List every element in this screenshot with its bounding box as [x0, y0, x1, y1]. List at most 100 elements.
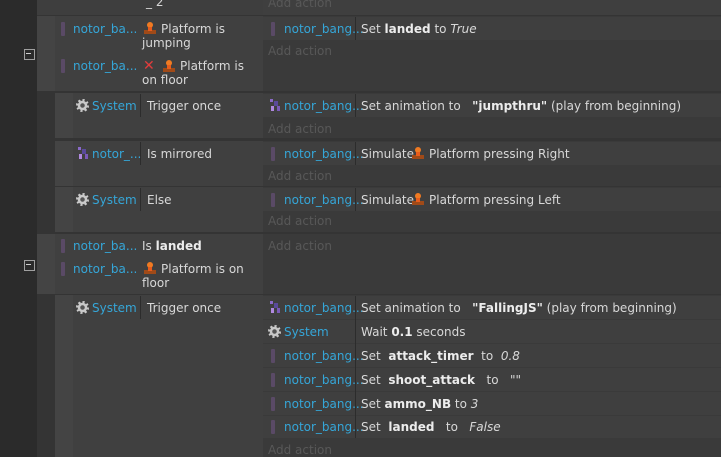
add-action-link[interactable]: Add action	[268, 443, 332, 457]
object-color-swatch	[61, 59, 65, 73]
object-color-swatch	[271, 22, 275, 36]
object-color-swatch	[271, 147, 275, 161]
action-verb: Set	[361, 349, 381, 363]
add-action-link[interactable]: Add action	[268, 169, 332, 183]
action-object-name[interactable]: notor_bang...	[284, 22, 364, 36]
variable-name: landed	[155, 239, 202, 253]
condition-object-name[interactable]: notor_ba...	[73, 239, 137, 253]
condition-divider	[140, 94, 141, 117]
variable-name: ammo_NB	[384, 397, 452, 411]
event-sheet-margin	[0, 0, 37, 457]
gear-icon	[76, 99, 89, 112]
condition-text[interactable]: Is mirrored	[147, 147, 212, 161]
object-color-swatch	[61, 239, 65, 253]
add-action-link[interactable]: Add action	[268, 0, 332, 10]
gear-icon	[76, 193, 89, 206]
object-color-swatch	[61, 22, 65, 36]
condition-text[interactable]: Platform is on floor	[142, 59, 260, 87]
action-to: to	[486, 373, 499, 387]
action-suffix: (play from beginning)	[546, 301, 677, 315]
action-text[interactable]: Set animation to "FallingJS" (play from …	[361, 301, 677, 315]
condition-object-name[interactable]: System	[92, 193, 137, 207]
object-color-swatch	[61, 262, 65, 276]
condition-text[interactable]: Platform is jumping	[142, 22, 260, 50]
action-text[interactable]: Set ammo_NB to 3	[361, 397, 478, 411]
platform-behavior-icon	[412, 147, 424, 159]
object-color-swatch	[271, 420, 275, 434]
action-object-name[interactable]: notor_bang...	[284, 301, 364, 315]
action-prefix: Wait	[361, 325, 388, 339]
action-object-name[interactable]: notor_bang...	[284, 147, 364, 161]
action-value: True	[450, 22, 477, 36]
action-object-name[interactable]: notor_bang...	[284, 349, 364, 363]
variable-name: shoot_attack	[388, 373, 476, 387]
wait-value: 0.1	[391, 325, 413, 339]
object-color-swatch	[271, 193, 275, 207]
action-prefix: Set animation to	[361, 99, 461, 113]
sprite-object-icon	[270, 301, 280, 313]
action-text[interactable]: Set landed to True	[361, 22, 477, 36]
action-value: 3	[470, 397, 479, 411]
action-text[interactable]: Set attack_timer to 0.8	[361, 349, 520, 363]
sub-event-4-conditions	[73, 295, 263, 457]
action-object-name[interactable]: notor_bang...	[284, 397, 364, 411]
action-verb: Set	[361, 373, 381, 387]
action-object-name[interactable]: System	[284, 325, 329, 339]
condition-prefix: Is	[142, 239, 152, 253]
action-text[interactable]: Set landed to False	[361, 420, 501, 434]
action-text[interactable]: Platform pressing Left	[429, 193, 561, 207]
action-verb: Set	[361, 420, 381, 434]
action-text[interactable]: Wait 0.1 seconds	[361, 325, 465, 339]
action-verb: Set	[361, 397, 381, 411]
action-text[interactable]: Set shoot_attack to ""	[361, 373, 521, 387]
action-object-name[interactable]: notor_bang...	[284, 420, 364, 434]
action-object-name[interactable]: notor_bang...	[284, 99, 364, 113]
action-row[interactable]	[263, 320, 721, 343]
action-text[interactable]: Set animation to "jumpthru" (play from b…	[361, 99, 681, 113]
action-divider	[355, 296, 356, 438]
add-action-link[interactable]: Add action	[268, 44, 332, 58]
collapse-toggle-icon[interactable]	[24, 49, 35, 60]
action-value: 0.8	[500, 349, 520, 363]
action-text[interactable]: Platform pressing Right	[429, 147, 570, 161]
action-value: ""	[509, 373, 522, 387]
condition-object-name[interactable]: System	[92, 301, 137, 315]
condition-object-name[interactable]: notor_ba...	[73, 59, 137, 73]
add-action-link[interactable]: Add action	[268, 122, 332, 136]
object-color-swatch	[271, 349, 275, 363]
condition-text[interactable]: Platform is on floor	[142, 262, 260, 290]
gear-icon	[76, 301, 89, 314]
condition-object-name[interactable]: notor_...	[92, 147, 141, 161]
condition-text[interactable]: Else	[147, 193, 172, 207]
action-to: to	[481, 349, 494, 363]
sprite-object-icon	[270, 99, 280, 111]
variable-name: landed	[388, 420, 435, 434]
animation-name: "FallingJS"	[472, 301, 543, 315]
add-action-link[interactable]: Add action	[268, 239, 332, 253]
action-object-name[interactable]: notor_bang...	[284, 373, 364, 387]
action-prefix[interactable]: Simulate	[361, 193, 414, 207]
condition-divider	[140, 296, 141, 319]
action-value: False	[469, 420, 501, 434]
action-object-name[interactable]: notor_bang...	[284, 193, 364, 207]
condition-text[interactable]: Is landed	[142, 239, 202, 253]
condition-object-name[interactable]: System	[92, 99, 137, 113]
action-prefix: Set animation to	[361, 301, 461, 315]
condition-text[interactable]: Trigger once	[147, 301, 221, 315]
action-to: to	[434, 22, 447, 36]
collapse-toggle-icon[interactable]	[24, 260, 35, 271]
object-color-swatch	[271, 397, 275, 411]
action-verb: Set	[361, 22, 381, 36]
add-action-link[interactable]: Add action	[268, 214, 332, 228]
condition-divider	[140, 188, 141, 211]
action-to: to	[445, 420, 458, 434]
condition-text[interactable]: Trigger once	[147, 99, 221, 113]
action-prefix[interactable]: Simulate	[361, 147, 414, 161]
condition-object-name[interactable]: notor_ba...	[73, 22, 137, 36]
variable-name: landed	[384, 22, 431, 36]
animation-name: "jumpthru"	[472, 99, 548, 113]
condition-object-name[interactable]: notor_ba...	[73, 262, 137, 276]
variable-name: attack_timer	[388, 349, 474, 363]
sprite-object-icon	[78, 147, 88, 159]
previous-condition-text: _ 2	[146, 0, 164, 9]
